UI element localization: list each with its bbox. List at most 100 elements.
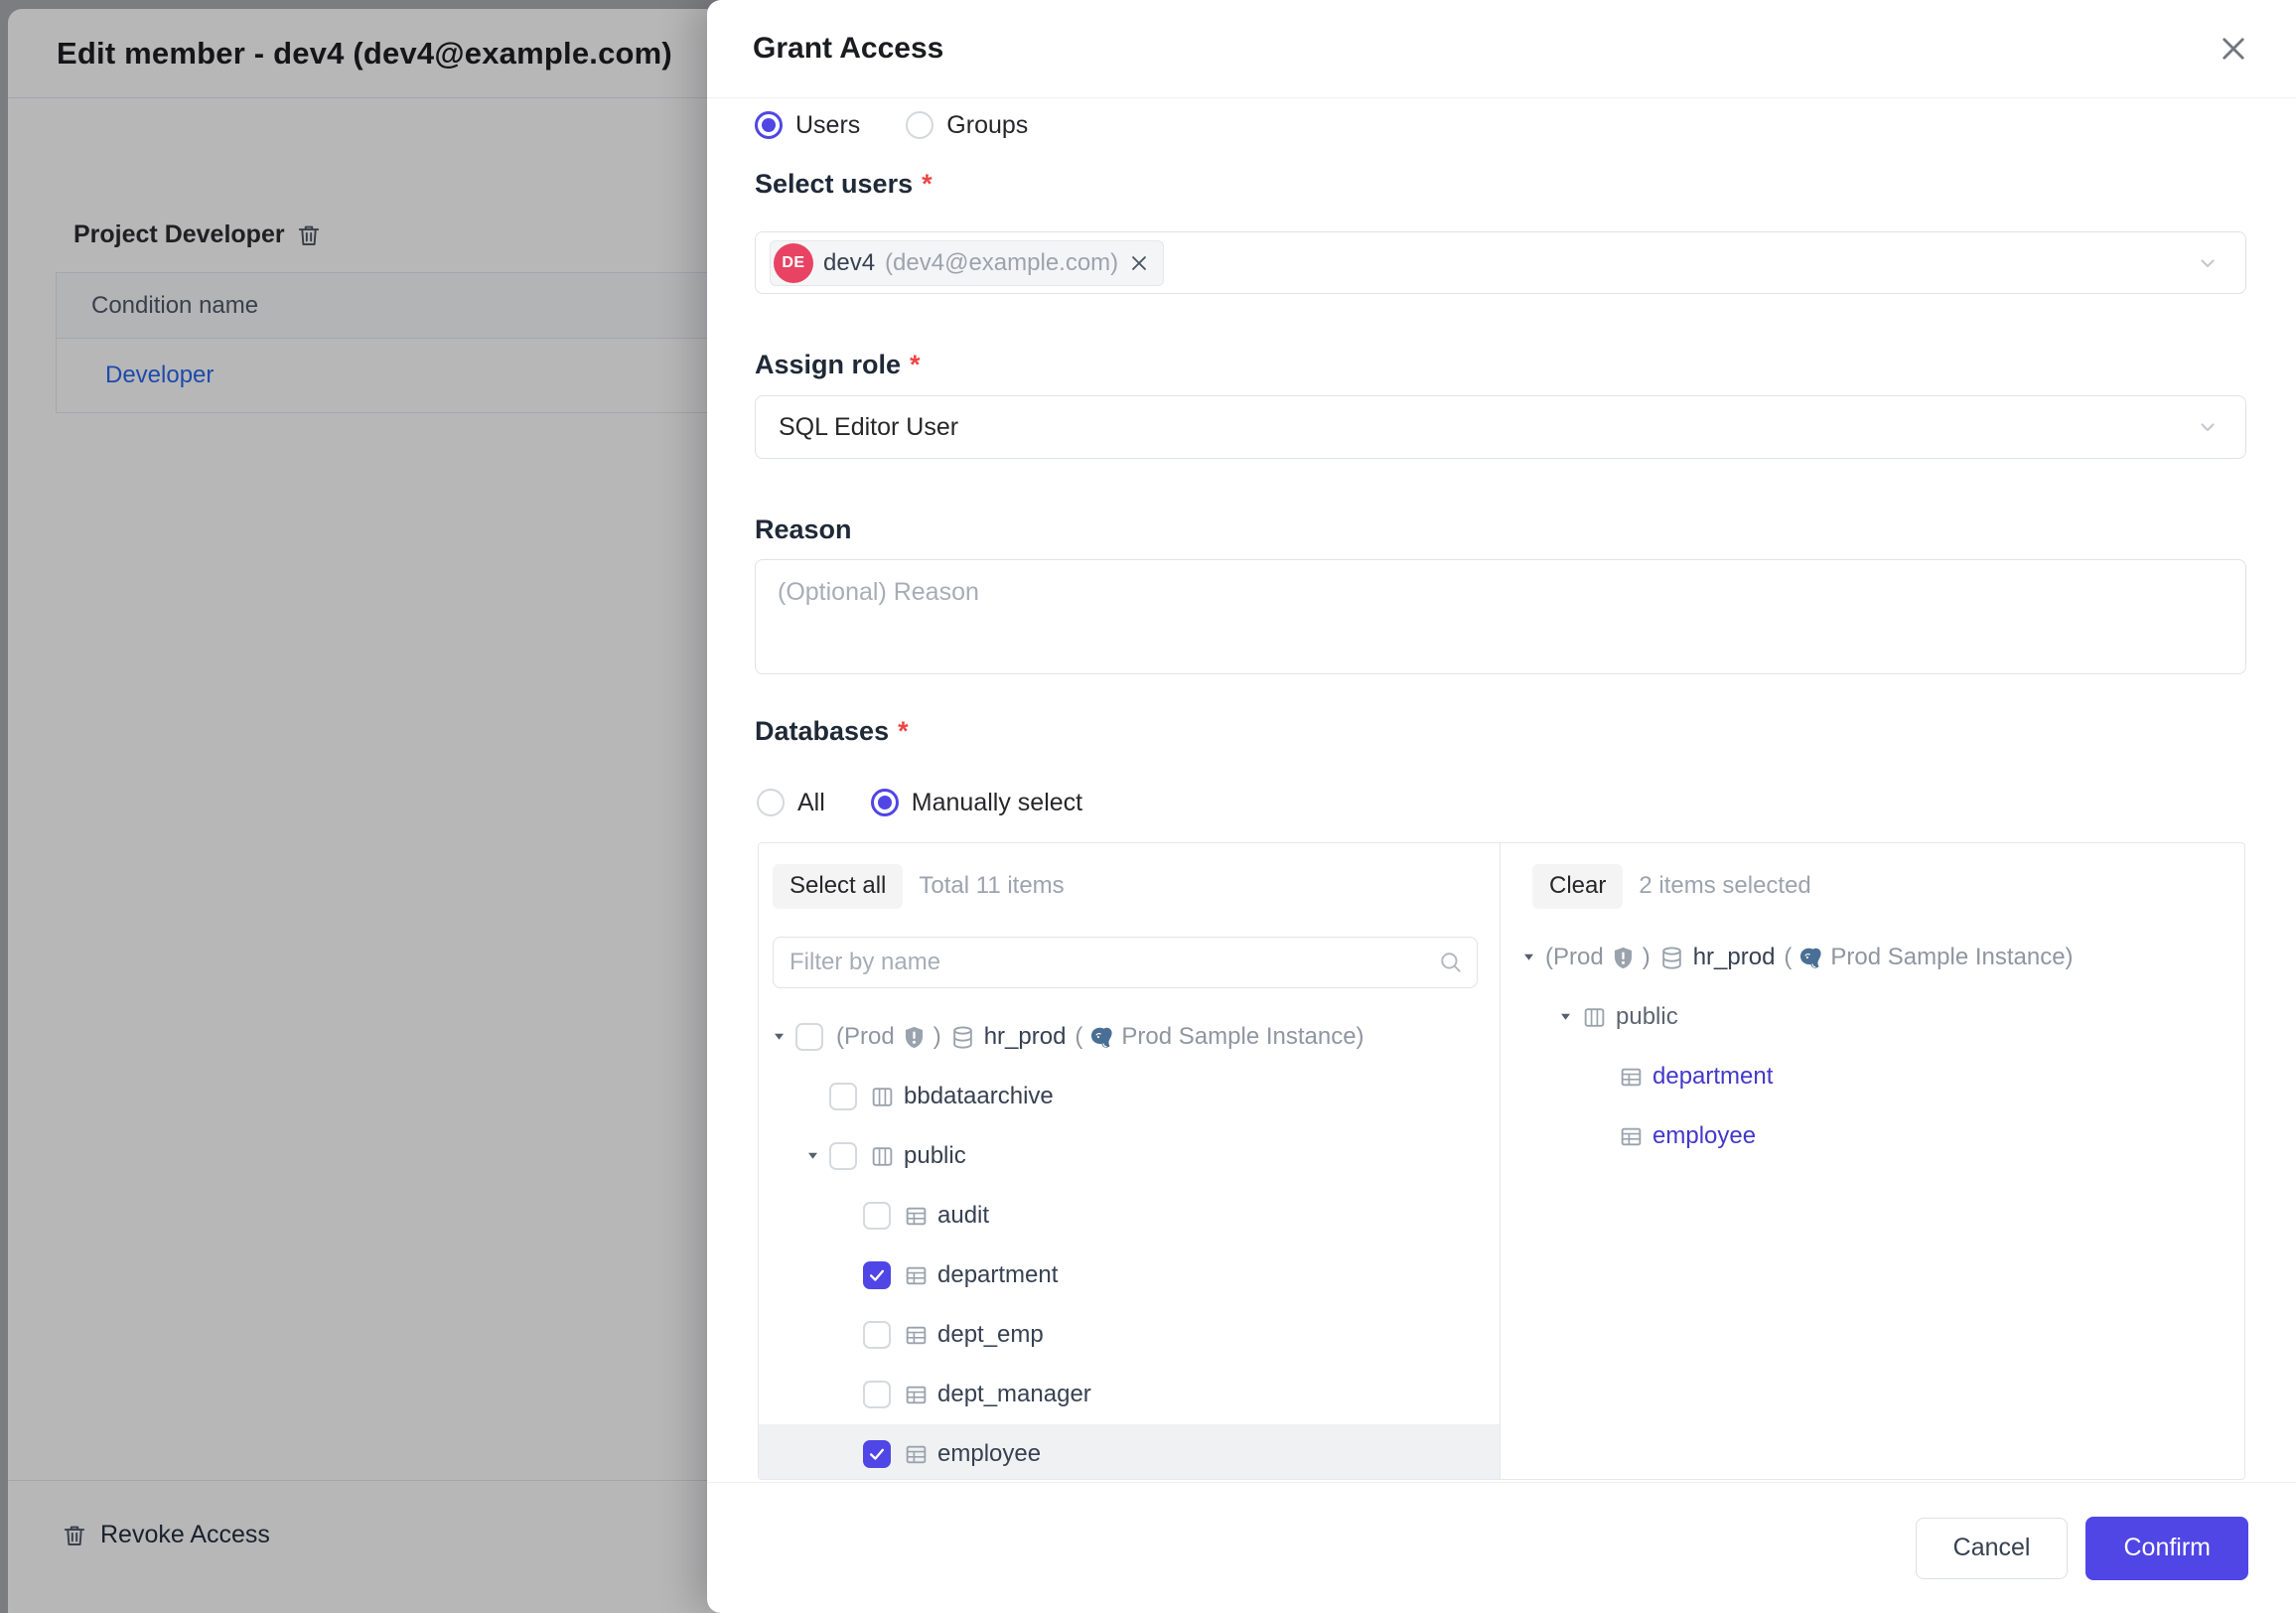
source-panel-header: Select all Total 11 items bbox=[773, 863, 1478, 909]
table-name: dept_manager bbox=[937, 1381, 1091, 1408]
caret-down-icon[interactable] bbox=[805, 1150, 820, 1162]
schema-name: public bbox=[904, 1142, 966, 1170]
checkbox-department-checked[interactable] bbox=[863, 1261, 891, 1289]
table-icon bbox=[904, 1442, 929, 1467]
remove-user-icon[interactable] bbox=[1128, 252, 1150, 274]
selected-table-link[interactable]: employee bbox=[1652, 1122, 1756, 1150]
avatar: DE bbox=[774, 243, 813, 283]
radio-users-circle bbox=[755, 111, 783, 139]
modal-footer: Cancel Confirm bbox=[707, 1482, 2296, 1613]
user-chip: DE dev4 (dev4@example.com) bbox=[770, 240, 1164, 286]
checkbox-hr_prod[interactable] bbox=[795, 1023, 823, 1051]
reason-textarea[interactable] bbox=[755, 559, 2246, 674]
schema-name: bbdataarchive bbox=[904, 1083, 1054, 1110]
screen: Edit member - dev4 (dev4@example.com) Pr… bbox=[0, 0, 2296, 1613]
required-asterisk: * bbox=[922, 169, 933, 199]
table-icon bbox=[904, 1323, 929, 1348]
search-icon bbox=[1438, 950, 1464, 975]
checkbox-audit[interactable] bbox=[863, 1202, 891, 1230]
required-asterisk: * bbox=[898, 716, 909, 746]
database-name: hr_prod bbox=[984, 1023, 1067, 1051]
shield-alert-icon bbox=[1611, 946, 1636, 970]
clear-button[interactable]: Clear bbox=[1532, 864, 1623, 909]
reason-label: Reason bbox=[755, 514, 852, 545]
selected-count-text: 2 items selected bbox=[1639, 872, 1810, 900]
filter-field bbox=[773, 937, 1478, 988]
tree-row-table-dept_emp[interactable]: dept_emp bbox=[759, 1305, 1500, 1365]
schema-icon bbox=[870, 1144, 895, 1169]
selected-row-schema-public[interactable]: public bbox=[1501, 987, 2244, 1047]
tree-row-schema-bbdataarchive[interactable]: bbdataarchive bbox=[759, 1067, 1500, 1126]
table-icon bbox=[904, 1263, 929, 1288]
tree-row-database-hr_prod[interactable]: (Prod ) hr_prod ( Prod Sample Instance) bbox=[759, 1007, 1500, 1067]
shield-alert-icon bbox=[902, 1025, 927, 1050]
schema-name: public bbox=[1616, 1003, 1678, 1031]
chevron-down-icon bbox=[2196, 415, 2220, 439]
radio-manual-circle bbox=[871, 789, 899, 816]
instance-name: Prod Sample Instance) bbox=[1121, 1023, 1363, 1051]
radio-all-circle bbox=[757, 789, 785, 816]
selected-row-table-department[interactable]: department bbox=[1501, 1047, 2244, 1106]
selected-row-table-employee[interactable]: employee bbox=[1501, 1106, 2244, 1166]
radio-groups-circle bbox=[906, 111, 933, 139]
grant-access-modal: Grant Access Users Groups Select users* … bbox=[707, 0, 2296, 1613]
modal-title: Grant Access bbox=[753, 32, 943, 66]
checkbox-dept_manager[interactable] bbox=[863, 1381, 891, 1408]
table-icon bbox=[1619, 1065, 1644, 1090]
tree-row-table-dept_manager[interactable]: dept_manager bbox=[759, 1365, 1500, 1424]
select-all-button[interactable]: Select all bbox=[773, 864, 903, 909]
assign-role-value: SQL Editor User bbox=[779, 413, 958, 442]
picker-selected-panel: Clear 2 items selected (Prod ) hr_prod ( bbox=[1501, 843, 2244, 1479]
target-type-radio-group: Users Groups bbox=[755, 107, 1028, 143]
table-icon bbox=[904, 1204, 929, 1229]
radio-groups[interactable]: Groups bbox=[906, 111, 1028, 140]
env-suffix: ) bbox=[933, 1023, 941, 1051]
database-icon bbox=[950, 1025, 975, 1050]
checkbox-employee-checked[interactable] bbox=[863, 1440, 891, 1468]
checkbox-dept_emp[interactable] bbox=[863, 1321, 891, 1349]
table-icon bbox=[904, 1383, 929, 1407]
cancel-button[interactable]: Cancel bbox=[1916, 1518, 2069, 1579]
database-icon bbox=[1659, 946, 1684, 970]
assign-role-select[interactable]: SQL Editor User bbox=[755, 395, 2246, 459]
env-prefix: (Prod bbox=[836, 1023, 895, 1051]
close-icon[interactable] bbox=[2217, 32, 2250, 66]
radio-groups-label: Groups bbox=[946, 111, 1028, 140]
caret-down-icon[interactable] bbox=[1558, 1011, 1573, 1023]
database-name: hr_prod bbox=[1693, 944, 1776, 971]
radio-users[interactable]: Users bbox=[755, 111, 860, 140]
tree-row-table-audit[interactable]: audit bbox=[759, 1186, 1500, 1246]
table-icon bbox=[1619, 1124, 1644, 1149]
selected-row-database-hr_prod[interactable]: (Prod ) hr_prod ( Prod Sample Instance) bbox=[1501, 928, 2244, 987]
postgresql-icon bbox=[1089, 1025, 1114, 1050]
filter-input[interactable] bbox=[774, 949, 1477, 976]
databases-label: Databases* bbox=[755, 716, 909, 747]
checkbox-bbdataarchive[interactable] bbox=[829, 1083, 857, 1110]
selected-panel-header: Clear 2 items selected bbox=[1532, 863, 2221, 909]
database-mode-radio-group: All Manually select bbox=[757, 785, 1082, 820]
postgresql-icon bbox=[1798, 946, 1823, 970]
table-name: dept_emp bbox=[937, 1321, 1044, 1349]
database-picker: Select all Total 11 items (Prod bbox=[758, 842, 2245, 1480]
table-name: audit bbox=[937, 1202, 989, 1230]
schema-icon bbox=[1582, 1005, 1607, 1030]
tree-row-table-employee[interactable]: employee bbox=[759, 1424, 1500, 1480]
total-items-text: Total 11 items bbox=[919, 872, 1064, 900]
env-suffix: ) bbox=[1643, 944, 1650, 971]
instance-prefix: ( bbox=[1075, 1023, 1082, 1051]
radio-all-databases[interactable]: All bbox=[757, 789, 825, 817]
radio-users-label: Users bbox=[795, 111, 860, 140]
user-chip-name: dev4 bbox=[823, 249, 875, 277]
chevron-down-icon bbox=[2196, 251, 2220, 275]
tree-row-table-department[interactable]: department bbox=[759, 1246, 1500, 1305]
radio-manually-select[interactable]: Manually select bbox=[871, 789, 1082, 817]
user-chip-email: (dev4@example.com) bbox=[885, 249, 1118, 277]
tree-row-schema-public[interactable]: public bbox=[759, 1126, 1500, 1186]
confirm-button[interactable]: Confirm bbox=[2085, 1517, 2248, 1580]
caret-down-icon[interactable] bbox=[1521, 952, 1536, 963]
checkbox-public[interactable] bbox=[829, 1142, 857, 1170]
select-users-input[interactable]: DE dev4 (dev4@example.com) bbox=[755, 231, 2246, 294]
selected-table-link[interactable]: department bbox=[1652, 1063, 1773, 1091]
radio-all-label: All bbox=[797, 789, 825, 817]
caret-down-icon[interactable] bbox=[772, 1031, 787, 1043]
